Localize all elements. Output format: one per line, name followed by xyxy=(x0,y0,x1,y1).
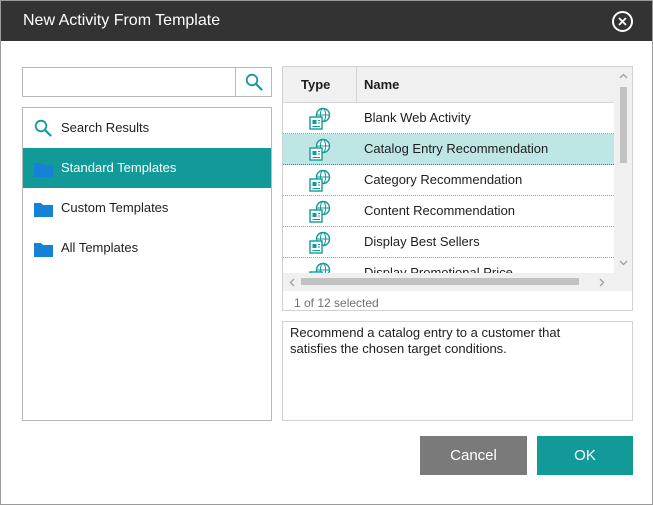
nav-item-search-results[interactable]: Search Results xyxy=(23,108,271,148)
template-description: Recommend a catalog entry to a customer … xyxy=(290,325,561,356)
dialog: New Activity From Template Search Result… xyxy=(0,0,653,505)
grid-body: Blank Web Activity Catalog Entry Recomme… xyxy=(283,103,614,273)
horizontal-scroll-thumb[interactable] xyxy=(301,278,579,285)
scroll-up-icon[interactable] xyxy=(619,73,628,79)
title-bar: New Activity From Template xyxy=(1,1,652,41)
grid-header: Type Name xyxy=(283,67,614,103)
search-button[interactable] xyxy=(235,68,271,96)
nav-item-custom-templates[interactable]: Custom Templates xyxy=(23,188,271,228)
search-box xyxy=(22,67,272,97)
nav-item-label: Standard Templates xyxy=(61,160,177,175)
template-folder-list: Search Results Standard Templates Custom… xyxy=(22,107,272,421)
column-header-name[interactable]: Name xyxy=(357,67,614,103)
selection-status: 1 of 12 selected xyxy=(294,296,379,310)
dialog-title: New Activity From Template xyxy=(23,12,221,29)
horizontal-scrollbar[interactable] xyxy=(283,273,614,291)
web-activity-icon xyxy=(309,169,331,192)
template-grid: Type Name Blank Web Activity Catalog Ent… xyxy=(282,66,633,311)
template-description-panel: Recommend a catalog entry to a customer … xyxy=(282,321,633,421)
table-row[interactable]: Display Best Sellers xyxy=(283,227,614,258)
folder-icon xyxy=(34,163,53,177)
scroll-right-icon[interactable] xyxy=(599,278,605,287)
ok-button[interactable]: OK xyxy=(537,436,633,475)
row-name: Display Promotional Price xyxy=(364,265,513,273)
search-icon xyxy=(34,119,52,137)
table-row[interactable]: Display Promotional Price xyxy=(283,258,614,273)
nav-item-label: All Templates xyxy=(61,240,139,255)
web-activity-icon xyxy=(309,231,331,254)
row-name: Content Recommendation xyxy=(364,203,516,218)
scroll-down-icon[interactable] xyxy=(619,260,628,266)
table-row-selected[interactable]: Catalog Entry Recommendation xyxy=(283,134,614,165)
row-name: Blank Web Activity xyxy=(364,110,471,125)
web-activity-icon xyxy=(309,200,331,223)
row-name: Display Best Sellers xyxy=(364,234,480,249)
table-row[interactable]: Blank Web Activity xyxy=(283,103,614,134)
vertical-scrollbar[interactable] xyxy=(614,67,632,273)
table-row[interactable]: Category Recommendation xyxy=(283,165,614,196)
web-activity-icon xyxy=(309,107,331,130)
search-input[interactable] xyxy=(23,68,235,96)
nav-item-label: Custom Templates xyxy=(61,200,169,215)
web-activity-icon xyxy=(309,262,331,273)
nav-item-label: Search Results xyxy=(61,120,150,135)
nav-item-standard-templates[interactable]: Standard Templates xyxy=(23,148,271,188)
folder-icon xyxy=(34,203,53,217)
table-row[interactable]: Content Recommendation xyxy=(283,196,614,227)
nav-item-all-templates[interactable]: All Templates xyxy=(23,228,271,268)
row-name: Catalog Entry Recommendation xyxy=(364,141,549,156)
web-activity-icon xyxy=(309,138,331,161)
scroll-left-icon[interactable] xyxy=(289,278,295,287)
close-icon xyxy=(618,17,627,26)
search-icon xyxy=(245,73,263,91)
column-header-type[interactable]: Type xyxy=(283,67,357,103)
scrollbar-corner xyxy=(614,273,632,291)
row-name: Category Recommendation xyxy=(364,172,523,187)
close-button[interactable] xyxy=(612,11,633,32)
folder-icon xyxy=(34,243,53,257)
vertical-scroll-thumb[interactable] xyxy=(620,87,627,163)
cancel-button[interactable]: Cancel xyxy=(420,436,527,475)
